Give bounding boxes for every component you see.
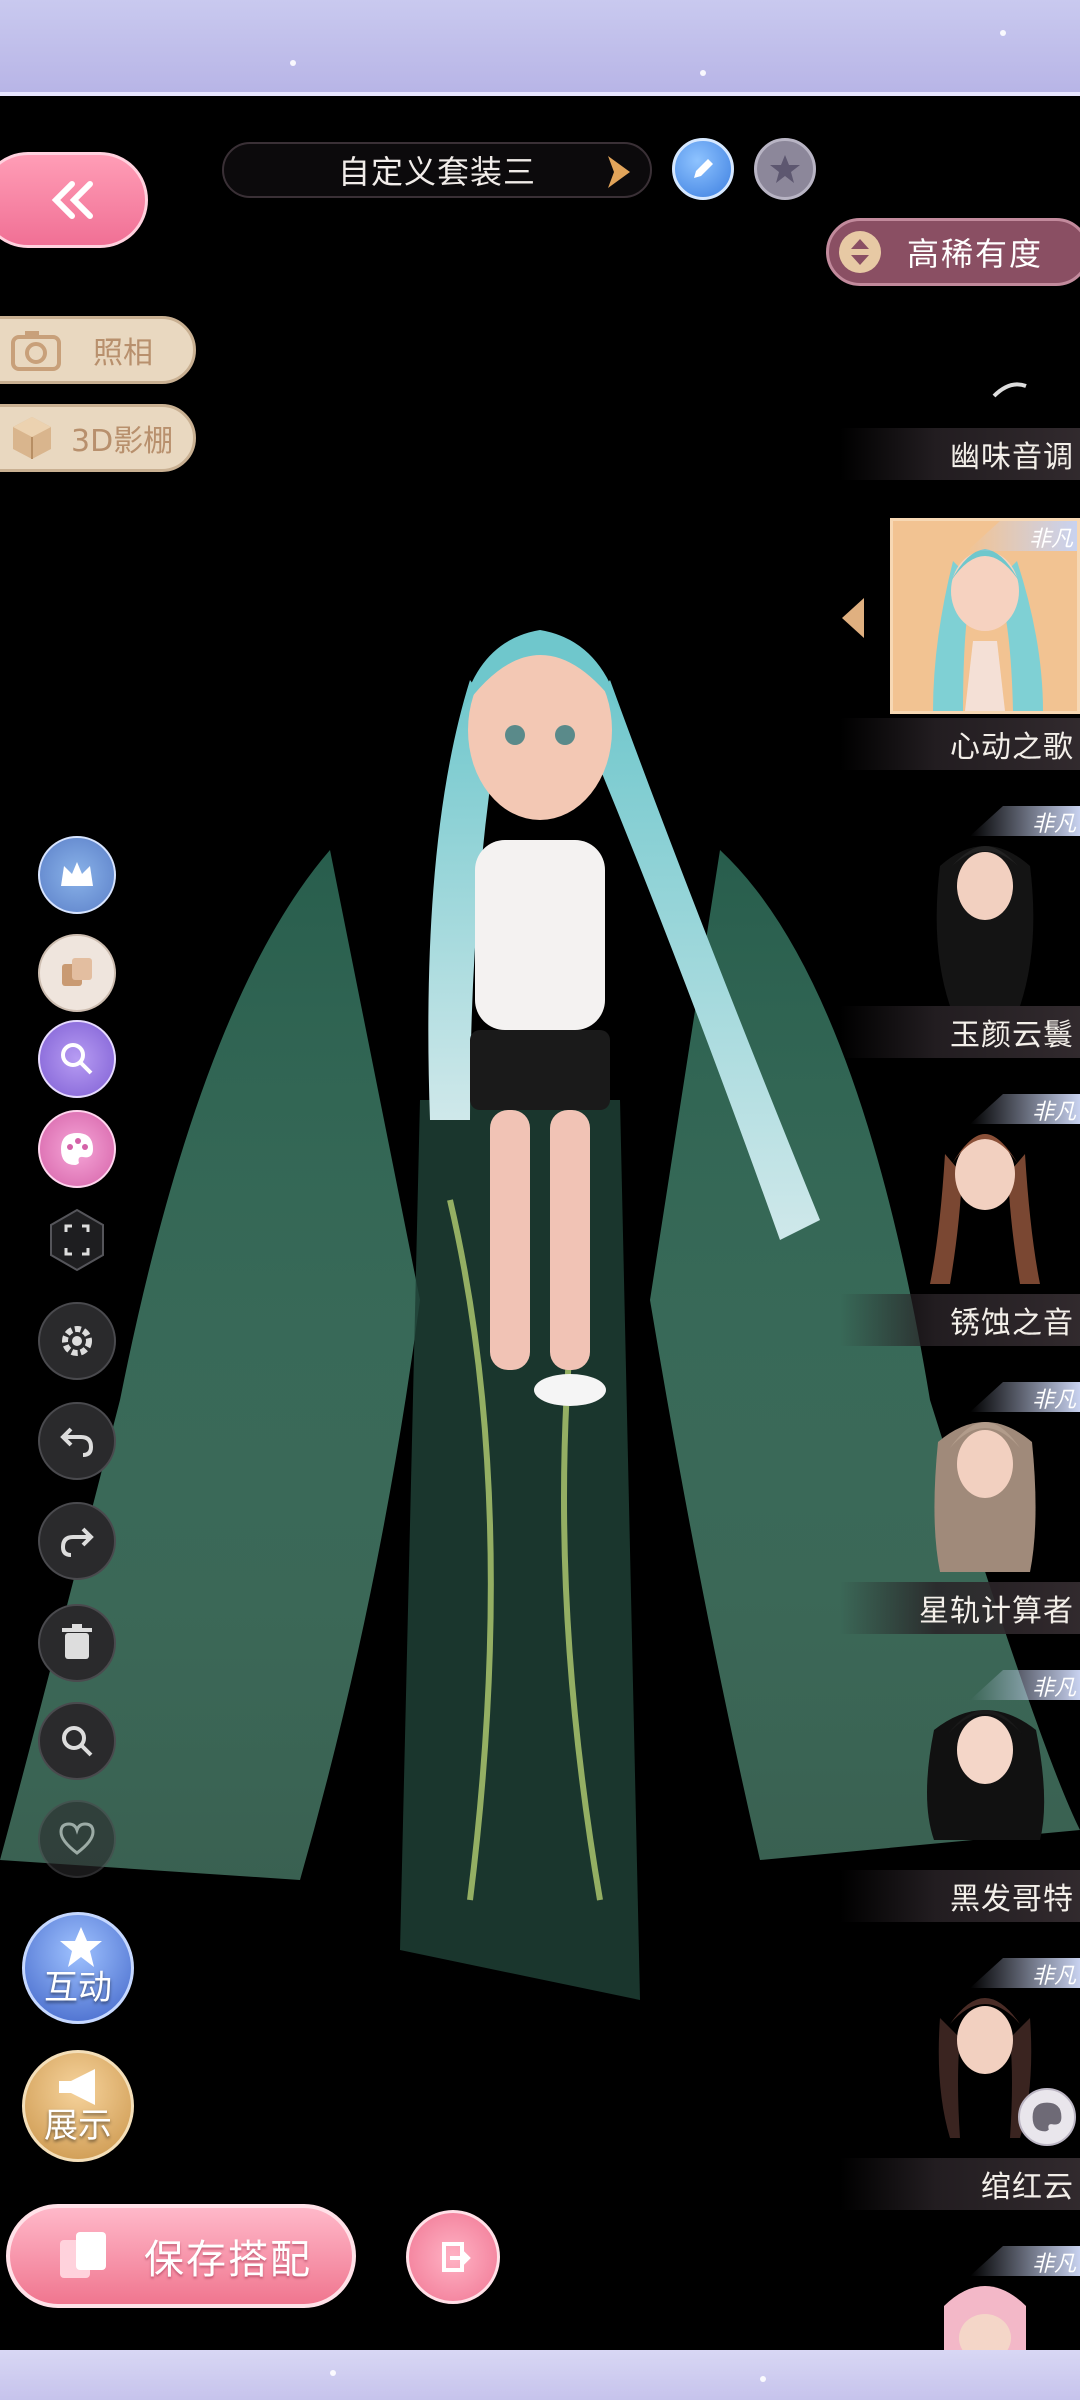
redo-icon	[60, 1527, 94, 1557]
list-item[interactable]: 绾红云	[840, 2158, 1080, 2210]
dye-available-badge	[1018, 2088, 1076, 2146]
item-name: 玉颜云鬟	[950, 1018, 1074, 1053]
hair-thumbnail	[934, 1422, 1036, 1572]
sort-label: 高稀有度	[907, 235, 1044, 273]
search-item-button[interactable]	[38, 1020, 116, 1098]
megaphone-icon	[59, 2069, 95, 2105]
studio-3d-button[interactable]: 3D影棚	[0, 404, 196, 472]
copy-outfit-button[interactable]	[38, 934, 116, 1012]
item-thumbnail-partial	[992, 382, 1027, 398]
studio-label: 3D影棚	[71, 424, 174, 459]
cube-icon	[13, 417, 51, 459]
top-decor-strip	[0, 0, 1080, 96]
item-name: 黑发哥特	[950, 1882, 1074, 1917]
share-icon	[442, 2242, 471, 2272]
photo-button[interactable]: 照相	[0, 316, 196, 384]
list-item[interactable]: 幽味音调	[840, 428, 1080, 480]
share-button[interactable]	[406, 2210, 500, 2304]
favorite-button[interactable]	[754, 138, 816, 200]
crown-icon	[61, 862, 93, 886]
item-card[interactable]: 非凡	[890, 1094, 1080, 1294]
item-name: 绾红云	[981, 2170, 1074, 2205]
list-item[interactable]: 心动之歌	[840, 718, 1080, 770]
edit-outfit-button[interactable]	[672, 138, 734, 200]
trash-icon	[62, 1624, 92, 1659]
photo-label: 照相	[93, 336, 153, 371]
game-screen: { "outfit": {"name": "自定义套装三"}, "sort": …	[0, 0, 1080, 2400]
item-card-selected[interactable]: 非凡	[890, 518, 1080, 714]
interact-button[interactable]: 互动	[22, 1912, 134, 2024]
save-cards-icon	[60, 2232, 106, 2278]
dye-button[interactable]	[38, 1110, 116, 1188]
redo-button[interactable]	[38, 1502, 116, 1580]
hair-thumbnail	[936, 846, 1034, 1006]
magnifier-list-icon	[61, 1043, 93, 1075]
pencil-icon	[694, 159, 713, 178]
save-outfit-button[interactable]: 保存搭配	[6, 2204, 356, 2308]
hair-thumbnail	[930, 1134, 1040, 1284]
list-item[interactable]: 星轨计算者	[840, 1582, 1080, 1634]
chevron-right-icon	[608, 156, 630, 188]
gear-icon	[62, 1326, 92, 1356]
palette-icon	[61, 1133, 93, 1165]
heart-icon	[59, 1822, 95, 1855]
delete-button[interactable]	[38, 1604, 116, 1682]
list-item[interactable]: 玉颜云鬟	[840, 1006, 1080, 1058]
hair-thumbnail	[927, 1710, 1045, 1840]
item-name: 锈蚀之音	[950, 1306, 1074, 1341]
item-card[interactable]: 非凡	[890, 2246, 1080, 2350]
copy-icon	[62, 958, 92, 986]
back-button[interactable]	[0, 152, 148, 248]
show-button[interactable]: 展示	[22, 2050, 134, 2162]
item-name: 星轨计算者	[919, 1594, 1074, 1629]
sort-selector[interactable]: 高稀有度	[826, 218, 1080, 286]
outfit-name-selector[interactable]: 自定义套装三	[222, 142, 652, 198]
outfit-name: 自定义套装三	[337, 153, 536, 191]
wardrobe-icon-button[interactable]	[38, 836, 116, 914]
undo-button[interactable]	[38, 1402, 116, 1480]
bottom-decor-strip	[0, 2350, 1080, 2400]
camera-icon	[11, 331, 61, 371]
fullscreen-icon[interactable]	[48, 1208, 106, 1272]
palette-icon	[1032, 2102, 1062, 2132]
item-name: 心动之歌	[950, 730, 1074, 765]
zoom-button[interactable]	[38, 1702, 116, 1780]
sort-arrows-icon	[839, 231, 881, 273]
undo-icon	[60, 1427, 94, 1457]
save-label: 保存搭配	[144, 2237, 312, 2283]
star-badge-icon	[60, 1927, 102, 1967]
star-icon	[770, 155, 800, 183]
double-chevron-left-icon	[51, 181, 93, 219]
search-icon	[62, 1726, 93, 1757]
settings-button[interactable]	[38, 1302, 116, 1380]
item-name: 幽味音调	[950, 440, 1074, 475]
list-item[interactable]: 锈蚀之音	[840, 1294, 1080, 1346]
item-card[interactable]: 非凡	[890, 1670, 1080, 1870]
item-card[interactable]: 非凡	[890, 1382, 1080, 1582]
like-button[interactable]	[38, 1800, 116, 1878]
selection-pointer	[842, 598, 864, 638]
list-item[interactable]: 黑发哥特	[840, 1870, 1080, 1922]
item-card[interactable]: 非凡	[890, 806, 1080, 1006]
